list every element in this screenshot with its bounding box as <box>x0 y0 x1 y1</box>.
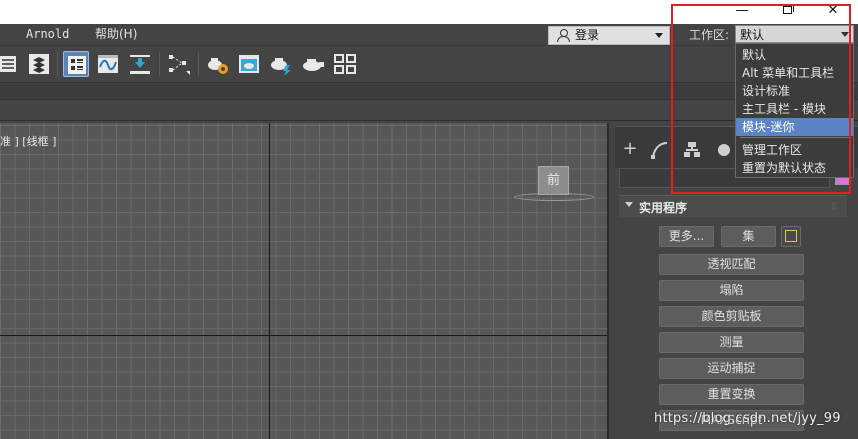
dropdown-divider <box>740 137 849 138</box>
menu-arnold[interactable]: Arnold <box>26 26 69 42</box>
workspace-dropdown-list: 默认 Alt 菜单和工具栏 设计标准 主工具栏 - 模块 模块-迷你 管理工作区… <box>735 43 854 178</box>
render-setup-icon <box>208 58 228 74</box>
create-icon: + <box>622 138 638 159</box>
render-iterative-icon <box>303 59 324 71</box>
ribbon-tabs-bar <box>0 99 858 121</box>
workspace-select[interactable]: 默认 <box>735 25 854 43</box>
layer-manager-button[interactable] <box>0 51 22 77</box>
utility-perspective-match-button[interactable]: 透视匹配 <box>659 254 804 275</box>
dope-sheet-icon <box>130 55 150 74</box>
utility-collapse-button[interactable]: 塌陷 <box>659 280 804 301</box>
utility-measure-button[interactable]: 测量 <box>659 332 804 353</box>
snap-button[interactable] <box>166 51 192 77</box>
main-toolbar <box>0 45 858 82</box>
modify-tab[interactable] <box>649 139 671 161</box>
motion-tab[interactable] <box>713 139 735 161</box>
motion-icon <box>718 144 730 156</box>
render-icon <box>271 58 291 76</box>
layer-explorer-icon <box>29 54 49 74</box>
workspace-label: 工作区: <box>689 28 730 42</box>
create-tab[interactable]: + <box>619 139 641 161</box>
toolbar-divider <box>159 52 160 76</box>
more-button[interactable]: 更多... <box>659 226 714 247</box>
utilities-rollout-header[interactable]: 实用程序 ⠿ <box>619 195 847 217</box>
configure-button-sets[interactable] <box>781 226 801 247</box>
chevron-down-icon <box>841 32 849 37</box>
utility-color-clipboard-button[interactable]: 颜色剪贴板 <box>659 306 804 327</box>
rollout-title: 实用程序 <box>639 201 688 215</box>
curve-editor-icon <box>98 55 118 73</box>
grid-axis-vertical <box>269 123 270 439</box>
config-icon <box>785 230 797 242</box>
workspace-option-reset[interactable]: 重置为默认状态 <box>736 159 853 177</box>
toolbar-divider <box>198 52 199 76</box>
workspace-option-manage[interactable]: 管理工作区 <box>736 141 853 159</box>
layer-explorer-button[interactable] <box>26 51 52 77</box>
workspace-option-modular-mini[interactable]: 模块-迷你 <box>736 118 853 136</box>
render-iterative-button[interactable] <box>300 51 326 77</box>
grid-axis-horizontal <box>0 335 607 336</box>
schematic-view-icon <box>68 56 86 74</box>
ribbon-bar <box>0 82 858 99</box>
sets-button[interactable]: 集 <box>721 226 776 247</box>
menu-bar: Arnold 帮助(H) 登录 工作区: <box>0 24 858 45</box>
render-frame-icon <box>239 55 259 73</box>
active-shade-button[interactable] <box>332 51 358 77</box>
viewport-front[interactable]: 准 ] [线框 ] 前 <box>0 123 609 439</box>
chevron-down-icon <box>655 33 663 38</box>
hierarchy-tab[interactable] <box>681 139 703 161</box>
layer-manager-icon <box>0 56 16 72</box>
render-setup-button[interactable] <box>204 51 230 77</box>
restore-button[interactable] <box>772 2 802 20</box>
active-shade-icon <box>334 54 356 74</box>
close-button[interactable]: ✕ <box>818 2 848 20</box>
workspace-option-main-toolbar-modular[interactable]: 主工具栏 - 模块 <box>736 100 853 118</box>
restore-icon <box>782 4 794 14</box>
toolbar-divider <box>57 52 58 76</box>
hierarchy-icon <box>684 142 700 157</box>
dope-sheet-button[interactable] <box>127 51 153 77</box>
curve-editor-button[interactable] <box>95 51 121 77</box>
drag-handle-icon[interactable]: ⠿ <box>831 202 837 211</box>
schematic-view-button[interactable] <box>63 51 89 77</box>
workspace-option-alt-menus[interactable]: Alt 菜单和工具栏 <box>736 64 853 82</box>
minimize-button[interactable]: — <box>727 2 757 20</box>
utility-motion-capture-button[interactable]: 运动捕捉 <box>659 358 804 379</box>
render-frame-button[interactable] <box>236 51 262 77</box>
workspace-option-design-standard[interactable]: 设计标准 <box>736 82 853 100</box>
snap-icon <box>169 55 190 75</box>
user-icon <box>557 29 570 42</box>
workspace-option-default[interactable]: 默认 <box>736 46 853 64</box>
login-dropdown[interactable]: 登录 <box>548 26 670 45</box>
utility-reset-xform-button[interactable]: 重置变换 <box>659 384 804 405</box>
viewport-label[interactable]: 准 ] [线框 ] <box>0 133 56 149</box>
login-label: 登录 <box>575 28 600 42</box>
watermark: https://blog.csdn.net/jyy_99 <box>654 411 841 426</box>
window-title-bar: — ✕ <box>0 0 858 24</box>
render-button[interactable] <box>268 51 294 77</box>
collapse-icon <box>625 202 633 207</box>
menu-help[interactable]: 帮助(H) <box>95 26 137 42</box>
modify-icon <box>651 142 668 159</box>
workspace-selected-value: 默认 <box>740 28 765 42</box>
viewcube[interactable]: 前 <box>538 166 569 195</box>
